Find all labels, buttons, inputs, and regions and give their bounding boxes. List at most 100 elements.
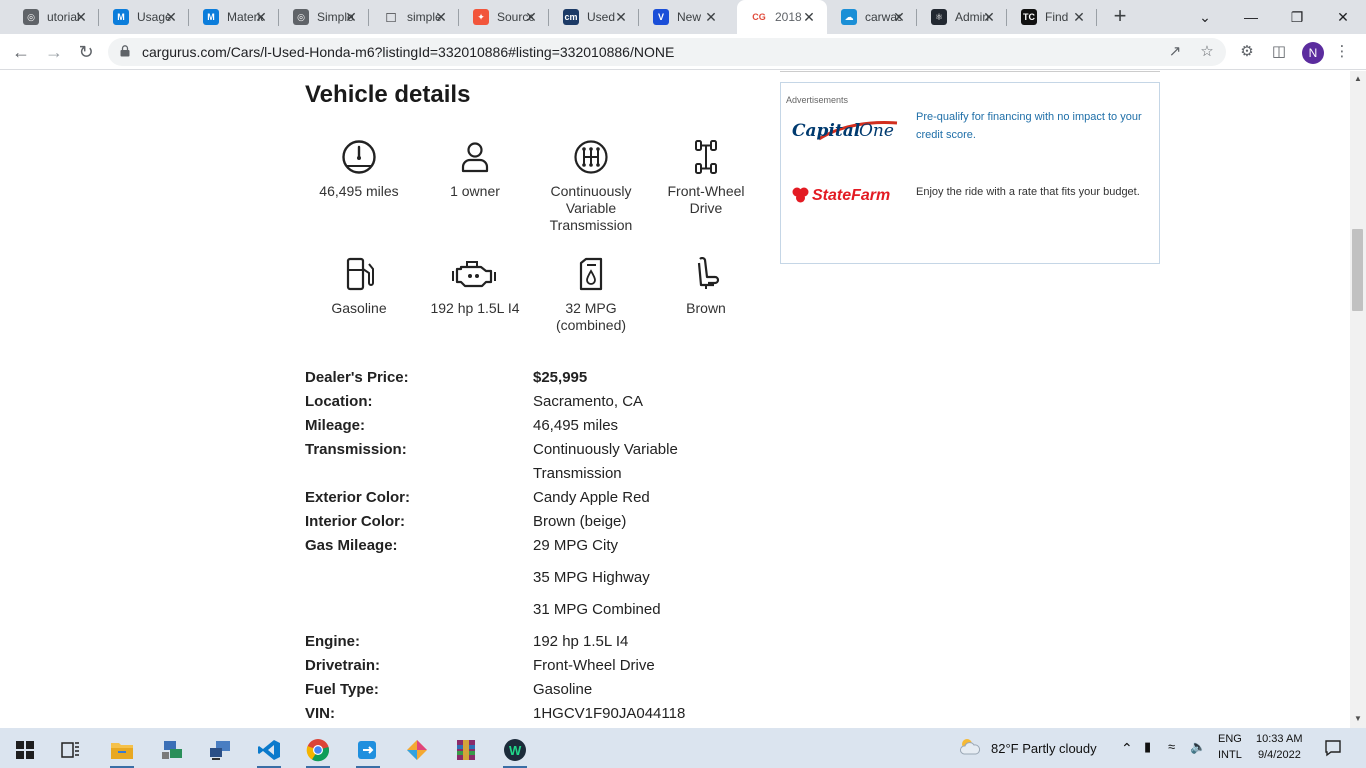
feature-label: Continuously Variable Transmission [549, 183, 633, 233]
side-panel-icon[interactable]: ◫ [1269, 42, 1289, 62]
detail-label: VIN: [305, 705, 335, 722]
engine-icon [452, 261, 496, 288]
battery-icon[interactable]: ▮ [1144, 739, 1151, 755]
wifi-icon[interactable]: ≈ [1168, 739, 1175, 754]
close-tab-icon[interactable]: ✕ [981, 9, 997, 25]
taskbar-vscode[interactable] [249, 732, 289, 768]
svg-text:Capital: Capital [792, 121, 861, 141]
browser-tab[interactable]: ◎ Simple ✕ [279, 0, 369, 34]
browser-tab[interactable]: ☁carwash✕ [827, 0, 917, 34]
feature-label: 1 owner [450, 183, 500, 199]
taskbar-app-network[interactable] [152, 732, 192, 768]
back-button[interactable]: ← [9, 40, 33, 64]
taskbar-app-git[interactable] [397, 732, 437, 768]
ad-state-farm-text[interactable]: Enjoy the ride with a rate that fits you… [916, 183, 1146, 201]
browser-tab[interactable]: ✦ Source ✕ [459, 0, 549, 34]
scrollbar-thumb[interactable] [1352, 229, 1363, 311]
sourcegraph-icon: ✦ [473, 9, 489, 25]
close-tab-icon[interactable]: ✕ [73, 9, 89, 25]
forward-button[interactable]: → [42, 40, 66, 64]
menu-kebab-icon[interactable]: ⋮ [1332, 42, 1352, 62]
detail-value: Sacramento, CA [533, 393, 644, 410]
capital-one-logo[interactable]: Capital One [791, 109, 901, 154]
notification-icon[interactable] [1324, 739, 1342, 757]
feature-label: 192 hp 1.5L I4 [430, 300, 520, 316]
reload-button[interactable]: ↻ [74, 40, 98, 64]
page-viewport: Vehicle details 46,495 miles 1 owner Con… [0, 71, 1350, 728]
browser-tab[interactable]: V New ✕ [639, 0, 729, 34]
taskbar-file-explorer[interactable] [102, 732, 142, 768]
v-icon: V [653, 9, 669, 25]
minimize-button[interactable]: — [1228, 4, 1274, 30]
detail-label: Mileage: [305, 417, 366, 434]
profile-avatar[interactable]: N [1302, 42, 1324, 64]
address-bar[interactable]: cargurus.com/Cars/l-Used-Honda-m6?listin… [108, 38, 1226, 66]
start-button[interactable] [5, 732, 45, 768]
detail-label: Fuel Type: [305, 681, 379, 698]
taskbar-app-sync[interactable] [348, 732, 388, 768]
close-tab-icon[interactable]: ✕ [523, 9, 539, 25]
page-scrollbar[interactable]: ▲ ▼ [1350, 71, 1366, 728]
new-tab-button[interactable]: + [1108, 5, 1132, 29]
transmission-icon [574, 140, 608, 174]
taskbar-app-winrar[interactable] [446, 732, 486, 768]
weather-text[interactable]: 82°F Partly cloudy [991, 741, 1097, 756]
close-tab-icon[interactable]: ✕ [253, 9, 269, 25]
close-tab-icon[interactable]: ✕ [891, 9, 907, 25]
scroll-down-arrow[interactable]: ▼ [1353, 714, 1363, 724]
feature-label: 32 MPG (combined) [555, 300, 627, 333]
restore-button[interactable]: ❐ [1274, 4, 1320, 30]
taskbar-app-remote[interactable] [200, 732, 240, 768]
state-farm-logo[interactable]: StateFarm [791, 183, 901, 212]
scroll-up-arrow[interactable]: ▲ [1353, 74, 1363, 84]
close-tab-icon[interactable]: ✕ [433, 9, 449, 25]
detail-label: Engine: [305, 633, 360, 650]
close-tab-icon[interactable]: ✕ [163, 9, 179, 25]
detail-label: Interior Color: [305, 513, 405, 530]
browser-tab[interactable]: □ simple ✕ [369, 0, 459, 34]
keyboard-layout-indicator[interactable]: INTL [1218, 749, 1242, 761]
volume-icon[interactable]: 🔈 [1190, 739, 1206, 755]
feature-drivetrain: Front-Wheel Drive [651, 140, 761, 217]
feature-owners: 1 owner [420, 140, 530, 200]
cm-icon: cm [563, 9, 579, 25]
feature-label: Gasoline [331, 300, 387, 316]
lock-icon[interactable] [120, 45, 130, 57]
taskbar-chrome[interactable] [298, 732, 338, 768]
detail-value: 29 MPG City [533, 537, 619, 554]
close-tab-icon[interactable]: ✕ [801, 9, 817, 25]
browser-tab[interactable]: cm Used ✕ [549, 0, 639, 34]
close-tab-icon[interactable]: ✕ [703, 9, 719, 25]
language-indicator[interactable]: ENG [1218, 733, 1242, 745]
browser-tab[interactable]: CG 2018 ✕ [737, 0, 827, 34]
clock-date[interactable]: 9/4/2022 [1258, 749, 1301, 761]
close-tab-icon[interactable]: ✕ [343, 9, 359, 25]
react-icon: ⚛ [931, 9, 947, 25]
bookmark-star-icon[interactable]: ☆ [1197, 42, 1217, 62]
folder-icon [111, 743, 133, 759]
ad-capital-one-text[interactable]: Pre-qualify for financing with no impact… [916, 108, 1146, 144]
remote-desktop-icon [210, 741, 230, 760]
browser-tab[interactable]: ⚛ Admin ✕ [917, 0, 1007, 34]
detail-value: Candy Apple Red [533, 489, 650, 506]
sync-app-icon [358, 741, 376, 759]
browser-tab[interactable]: MMaterial✕ [189, 0, 279, 34]
svg-text:W: W [509, 743, 522, 758]
close-tab-icon[interactable]: ✕ [1071, 9, 1087, 25]
share-icon[interactable]: ↗ [1165, 42, 1185, 62]
cloud-icon: ☁ [841, 9, 857, 25]
browser-tab[interactable]: ◎ utorial ✕ [9, 0, 99, 34]
close-window-button[interactable]: ✕ [1320, 4, 1366, 30]
browser-tab[interactable]: M Usage ✕ [99, 0, 189, 34]
speedometer-icon [342, 140, 376, 174]
tab-search-button[interactable]: ⌄ [1182, 4, 1228, 30]
task-view-button[interactable] [51, 732, 91, 768]
url-text[interactable]: cargurus.com/Cars/l-Used-Honda-m6?listin… [142, 44, 674, 60]
close-tab-icon[interactable]: ✕ [613, 9, 629, 25]
browser-tab[interactable]: TC Find ✕ [1007, 0, 1097, 34]
tray-overflow-chevron-icon[interactable]: ⌃ [1121, 740, 1133, 757]
partly-cloudy-icon[interactable] [958, 736, 982, 756]
extensions-icon[interactable]: ⚙ [1237, 42, 1257, 62]
taskbar-app-webstorm[interactable]: W [495, 732, 535, 768]
clock-time[interactable]: 10:33 AM [1256, 733, 1302, 745]
